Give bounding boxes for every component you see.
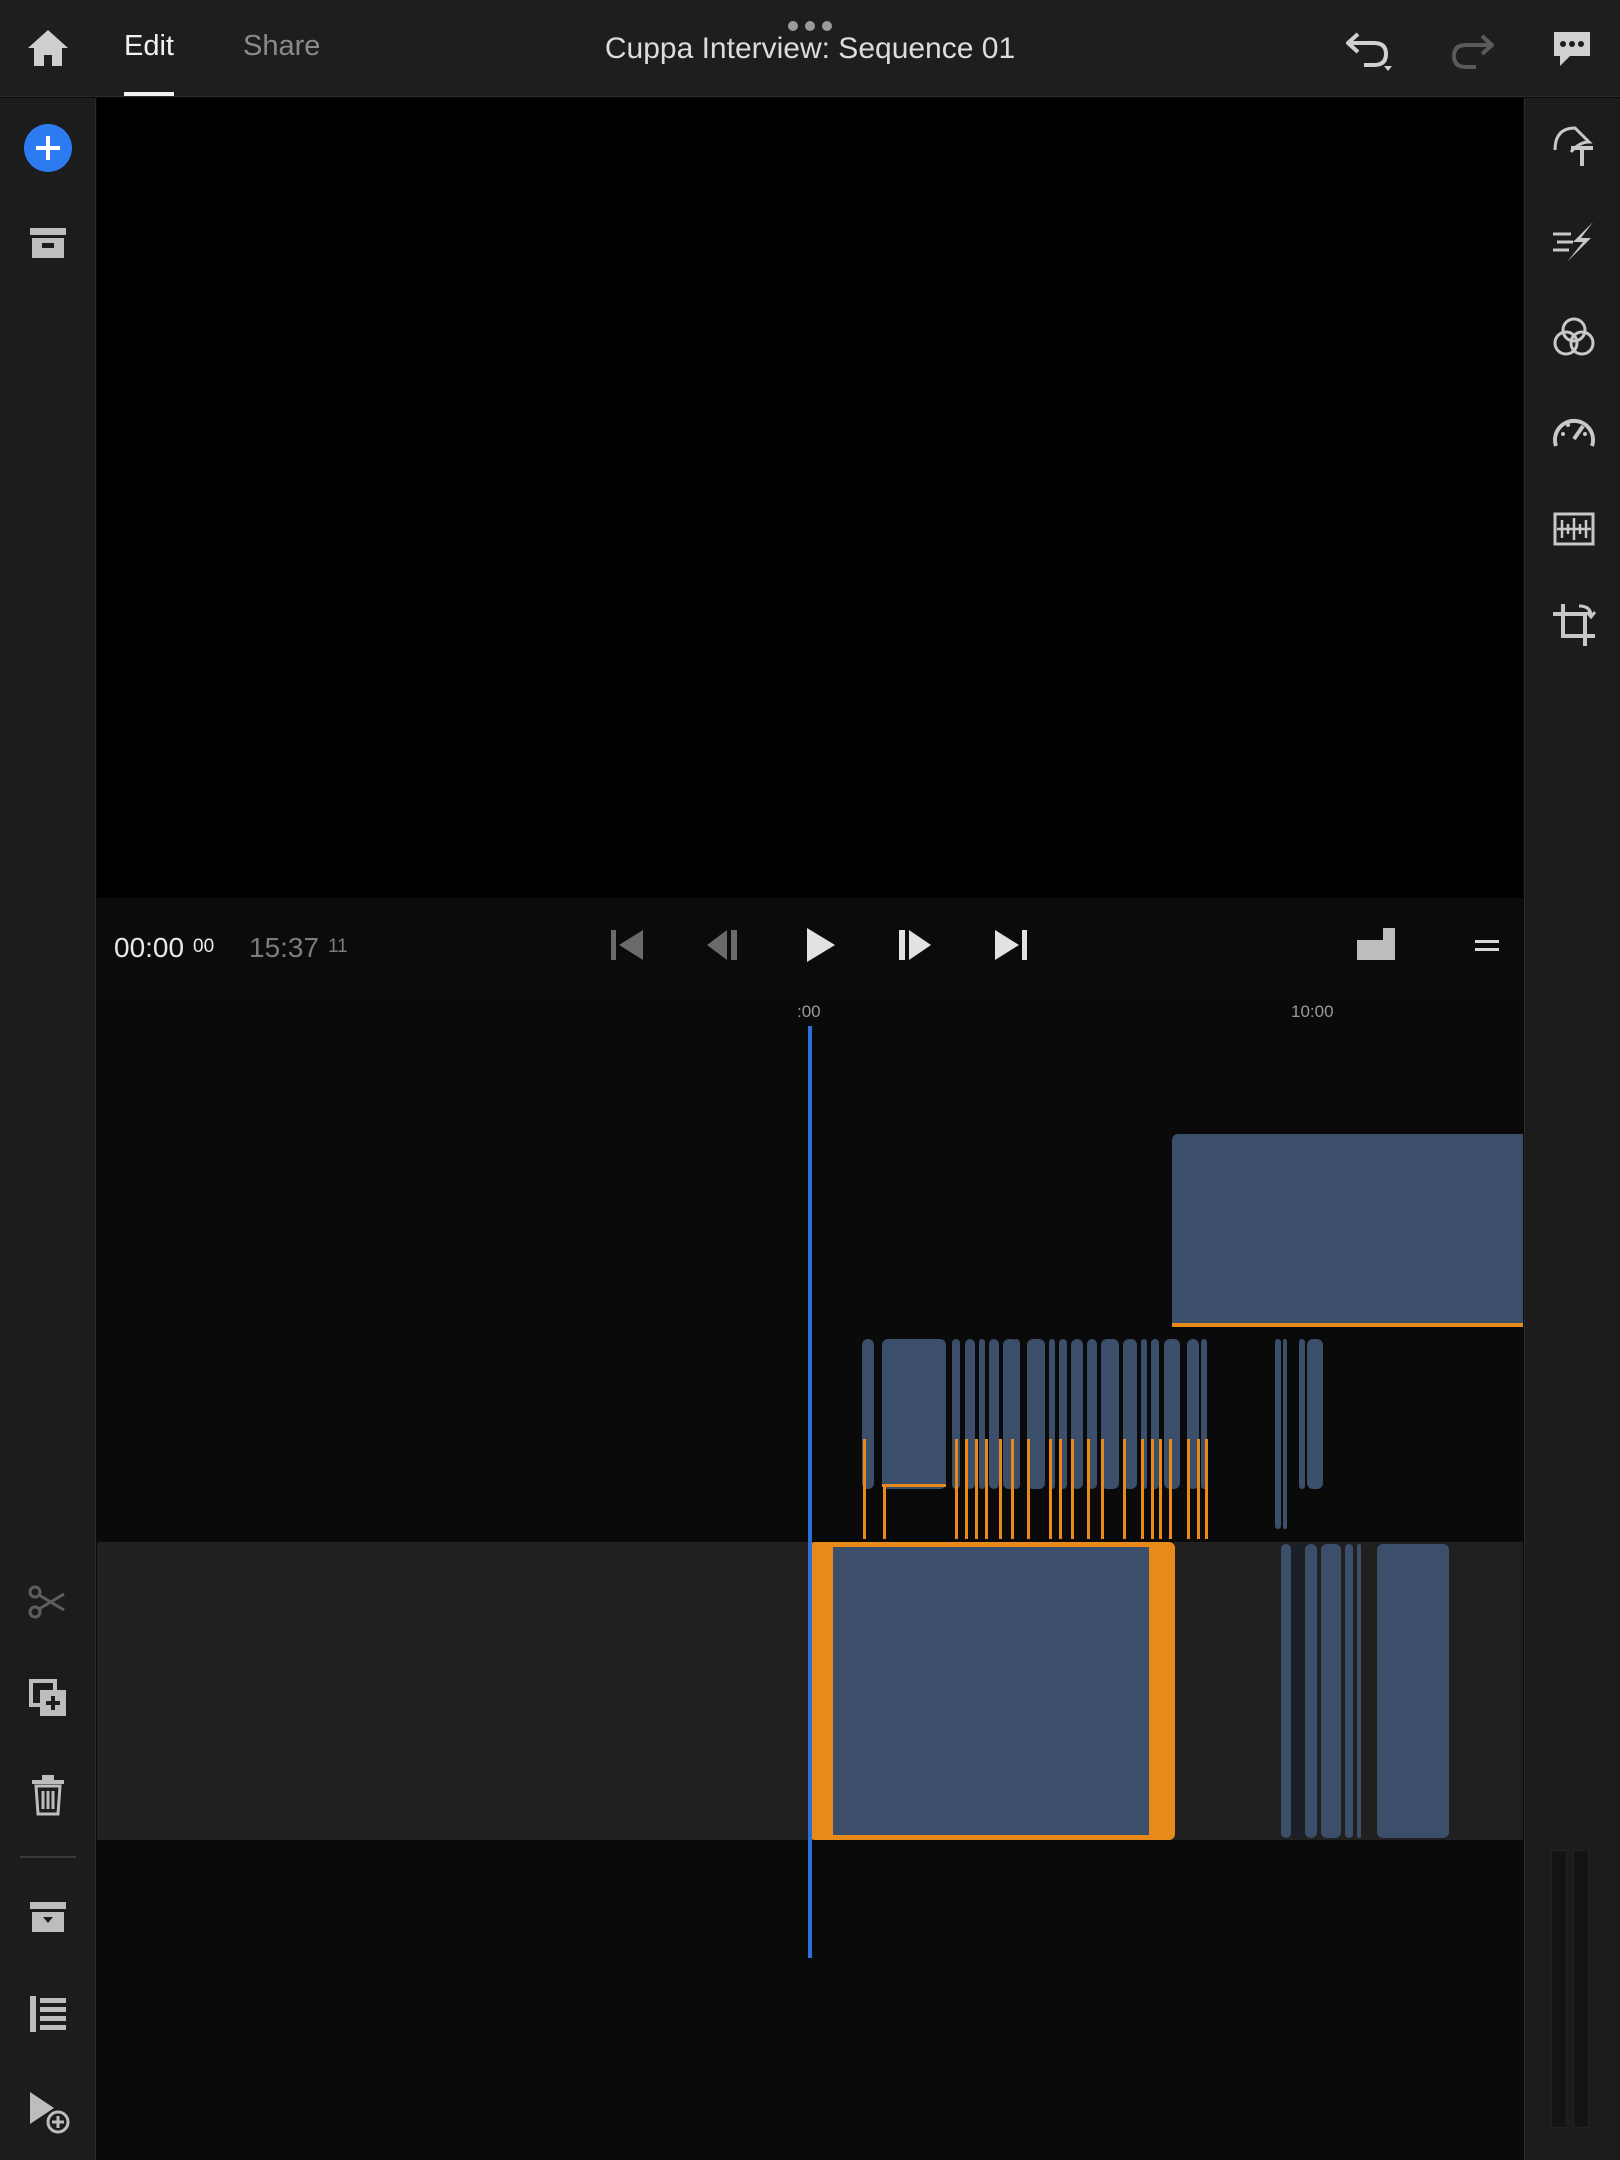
active-tab-indicator xyxy=(124,92,174,96)
left-toolbar xyxy=(0,98,96,2160)
transform-crop-icon[interactable] xyxy=(1549,600,1599,650)
audio-meter-left xyxy=(1551,1850,1567,2128)
broll-clip[interactable] xyxy=(882,1339,946,1489)
selection-marker xyxy=(955,1439,958,1539)
selection-marker xyxy=(975,1439,978,1539)
duplicate-icon[interactable] xyxy=(22,1672,74,1724)
top-bar: Edit Share Cuppa Interview: Sequence 01 xyxy=(0,0,1620,97)
selection-marker xyxy=(1197,1439,1200,1539)
go-to-end-icon[interactable] xyxy=(989,922,1033,968)
transport-bar: 00:00 00 15:37 11 xyxy=(97,898,1523,994)
overlay-clip[interactable] xyxy=(1172,1134,1523,1327)
selection-marker xyxy=(1205,1439,1208,1539)
selection-marker xyxy=(999,1439,1002,1539)
speed-icon[interactable] xyxy=(1549,408,1599,458)
broll-clip[interactable] xyxy=(1299,1339,1305,1489)
selection-marker xyxy=(985,1439,988,1539)
broll-clip[interactable] xyxy=(1283,1339,1287,1529)
duration-timecode: 15:37 xyxy=(249,932,320,963)
selection-marker xyxy=(1101,1439,1104,1539)
feedback-icon[interactable] xyxy=(1550,28,1594,70)
selection-marker xyxy=(1159,1439,1162,1539)
primary-clip[interactable] xyxy=(1281,1544,1291,1838)
primary-clip[interactable] xyxy=(1357,1544,1361,1838)
trim-handle-right[interactable] xyxy=(1149,1544,1173,1838)
play-icon[interactable] xyxy=(797,922,841,968)
clip-list-icon[interactable] xyxy=(22,1988,74,2040)
primary-clip-dark xyxy=(1293,1544,1303,1838)
color-icon[interactable] xyxy=(1549,312,1599,362)
primary-clip[interactable] xyxy=(1321,1544,1341,1838)
broll-clip[interactable] xyxy=(989,1339,999,1489)
project-media-icon[interactable] xyxy=(22,218,74,270)
selection-marker xyxy=(883,1484,886,1539)
overlay-clip-selection-edge xyxy=(1172,1323,1523,1327)
broll-clip[interactable] xyxy=(1307,1339,1323,1489)
program-monitor[interactable] xyxy=(97,98,1523,898)
selection-marker xyxy=(1049,1439,1052,1539)
audio-icon[interactable] xyxy=(1549,504,1599,554)
broll-clip[interactable] xyxy=(1275,1339,1281,1529)
selection-marker xyxy=(1187,1439,1190,1539)
selection-marker xyxy=(1059,1439,1062,1539)
scissors-icon[interactable] xyxy=(22,1576,74,1628)
titles-icon[interactable] xyxy=(1549,120,1599,170)
selection-marker xyxy=(1151,1439,1154,1539)
step-forward-icon[interactable] xyxy=(893,922,937,968)
timeline[interactable]: :00 10:00 xyxy=(97,994,1523,2160)
primary-clip[interactable] xyxy=(1305,1544,1317,1838)
audio-meter-right xyxy=(1573,1850,1589,2128)
layout-toggle-icon[interactable] xyxy=(1355,926,1397,962)
ruler-label-start: :00 xyxy=(797,1002,821,1021)
add-media-button[interactable] xyxy=(22,122,74,174)
duration-frames: 11 xyxy=(328,936,348,957)
selection-marker xyxy=(1011,1439,1014,1539)
ruler-label-10min: 10:00 xyxy=(1291,1002,1334,1021)
panel-menu-icon[interactable] xyxy=(1475,938,1499,954)
selection-marker xyxy=(965,1439,968,1539)
broll-clip[interactable] xyxy=(1164,1339,1180,1489)
primary-clip[interactable] xyxy=(1345,1544,1353,1838)
more-dots-icon[interactable] xyxy=(786,19,834,31)
selection-marker xyxy=(882,1484,946,1487)
selection-marker xyxy=(1123,1439,1126,1539)
selection-marker xyxy=(1169,1439,1172,1539)
selected-clip-outline xyxy=(809,1542,1175,1840)
go-to-start-icon[interactable] xyxy=(605,922,649,968)
track-options-icon[interactable] xyxy=(22,1892,74,1944)
redo-icon[interactable] xyxy=(1448,30,1496,70)
delete-icon[interactable] xyxy=(22,1768,74,1820)
trim-handle-left[interactable] xyxy=(811,1544,833,1838)
selection-marker xyxy=(1071,1439,1074,1539)
add-to-timeline-icon[interactable] xyxy=(22,2084,74,2136)
toolbar-divider xyxy=(20,1856,76,1858)
right-toolbar xyxy=(1524,98,1620,2160)
selection-marker xyxy=(1087,1439,1090,1539)
current-frames: 00 xyxy=(193,936,215,957)
step-back-icon[interactable] xyxy=(701,922,745,968)
selection-marker xyxy=(1141,1439,1144,1539)
selection-marker xyxy=(863,1439,866,1539)
primary-clip[interactable] xyxy=(1377,1544,1449,1838)
selection-marker xyxy=(1027,1439,1030,1539)
undo-icon[interactable] xyxy=(1344,28,1396,72)
current-timecode: 00:00 xyxy=(114,932,185,963)
transitions-icon[interactable] xyxy=(1549,216,1599,266)
playhead[interactable] xyxy=(808,1026,812,1958)
